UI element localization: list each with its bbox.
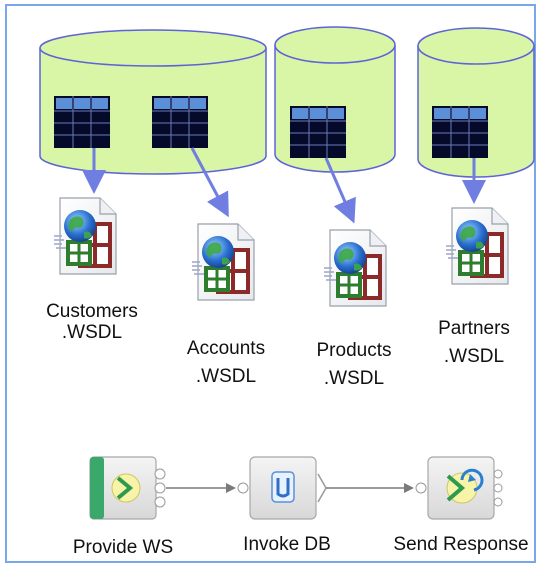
diagram-canvas: Customers .WSDL Accounts .WSDL Products … (39, 26, 535, 558)
provide-ws-node[interactable] (89, 456, 166, 520)
invoke-db-label: Invoke DB (243, 534, 331, 555)
partners-wsdl-icon (444, 206, 510, 286)
products-wsdl-label: Products (317, 340, 392, 361)
customers-table-icon (53, 95, 111, 149)
invoke-db-icon (271, 471, 295, 503)
accounts-wsdl-label: Accounts (187, 338, 265, 359)
partners-wsdl-ext: .WSDL (444, 346, 504, 367)
invoke-db-node[interactable] (249, 456, 327, 520)
accounts-wsdl-icon (190, 222, 256, 302)
provide-ws-label: Provide WS (73, 537, 173, 558)
customers-wsdl-label: Customers (46, 301, 138, 322)
send-response-node[interactable] (427, 456, 503, 520)
partners-wsdl-label: Partners (438, 318, 510, 339)
provide-ws-icon (111, 473, 141, 503)
partners-table-icon (431, 105, 489, 159)
products-table-icon (289, 105, 347, 159)
customers-wsdl-icon (52, 196, 118, 276)
database-customers-accounts (39, 29, 267, 175)
database-partners (417, 27, 535, 178)
customers-wsdl-ext: .WSDL (62, 322, 122, 343)
database-products (274, 26, 396, 173)
accounts-wsdl-ext: .WSDL (196, 366, 256, 387)
accounts-table-icon (151, 95, 209, 149)
products-wsdl-icon (322, 228, 388, 308)
provide-ws-green-bar (90, 457, 104, 519)
products-wsdl-ext: .WSDL (324, 368, 384, 389)
send-response-label: Send Response (393, 534, 528, 555)
